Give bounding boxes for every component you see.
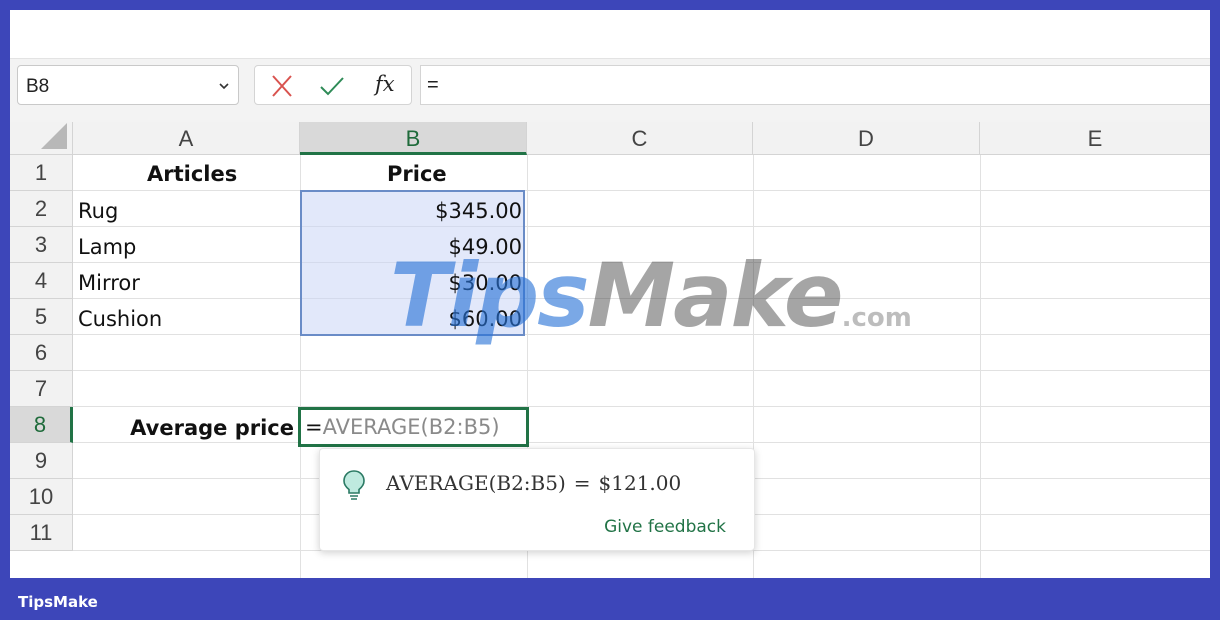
formula-input[interactable]: = xyxy=(420,65,1210,105)
cell-a3[interactable]: Lamp xyxy=(78,235,136,259)
row-header-8[interactable]: 8 xyxy=(10,407,73,443)
formula-input-value: = xyxy=(427,74,439,96)
cell-b2[interactable]: $345.00 xyxy=(435,199,522,223)
formula-prefix: = xyxy=(305,415,323,439)
row-header-7[interactable]: 7 xyxy=(10,371,73,407)
suggestion-expression: AVERAGE(B2:B5) xyxy=(386,471,566,495)
column-header-c[interactable]: C xyxy=(527,122,753,155)
column-header-e[interactable]: E xyxy=(980,122,1210,155)
formula-buttons: fx xyxy=(254,65,412,105)
lightbulb-icon xyxy=(343,470,365,500)
select-all-button[interactable] xyxy=(10,122,73,155)
chevron-down-icon[interactable] xyxy=(218,80,230,92)
cell-a2[interactable]: Rug xyxy=(78,199,118,223)
ribbon-area xyxy=(10,10,1210,59)
row-header-9[interactable]: 9 xyxy=(10,443,73,479)
insert-function-button[interactable]: fx xyxy=(375,72,395,96)
suggestion-value: $121.00 xyxy=(598,471,682,495)
row-header-10[interactable]: 10 xyxy=(10,479,73,515)
excel-window: B8 fx = A B C D E 1 2 3 4 5 6 7 8 9 10 1… xyxy=(10,10,1210,578)
suggestion-equals: = xyxy=(573,471,591,495)
give-feedback-link[interactable]: Give feedback xyxy=(604,517,726,537)
row-header-3[interactable]: 3 xyxy=(10,227,73,263)
column-header-a[interactable]: A xyxy=(73,122,300,155)
cancel-icon[interactable] xyxy=(269,74,295,98)
cell-a8[interactable]: Average price xyxy=(130,416,294,440)
name-box-value: B8 xyxy=(26,76,50,97)
row-header-6[interactable]: 6 xyxy=(10,335,73,371)
formula-text: AVERAGE(B2:B5) xyxy=(322,415,500,439)
formula-toolbar: B8 fx = xyxy=(10,59,1210,122)
name-box[interactable]: B8 xyxy=(17,65,239,105)
footer-brand: TipsMake xyxy=(18,593,98,611)
cell-a4[interactable]: Mirror xyxy=(78,271,140,295)
row-header-2[interactable]: 2 xyxy=(10,191,73,227)
cell-a5[interactable]: Cushion xyxy=(78,307,162,331)
formula-suggestion-tooltip: AVERAGE(B2:B5) = $121.00 Give feedback xyxy=(319,448,755,551)
cell-a1[interactable]: Articles xyxy=(147,162,237,186)
row-header-5[interactable]: 5 xyxy=(10,299,73,335)
row-header-4[interactable]: 4 xyxy=(10,263,73,299)
suggestion-result: AVERAGE(B2:B5) = $121.00 xyxy=(386,471,681,495)
watermark-part1: Tips xyxy=(390,244,590,347)
cell-b1[interactable]: Price xyxy=(387,162,447,186)
column-header-d[interactable]: D xyxy=(753,122,980,155)
active-cell-formula: =AVERAGE(B2:B5) xyxy=(305,415,500,439)
row-header-11[interactable]: 11 xyxy=(10,515,73,551)
watermark: TipsMake.com xyxy=(390,252,912,340)
column-header-b[interactable]: B xyxy=(300,122,527,155)
select-all-triangle-icon xyxy=(41,123,67,149)
row-header-1[interactable]: 1 xyxy=(10,155,73,191)
watermark-suffix: .com xyxy=(841,303,912,333)
watermark-part2: Make xyxy=(587,244,844,347)
enter-check-icon[interactable] xyxy=(319,74,345,98)
